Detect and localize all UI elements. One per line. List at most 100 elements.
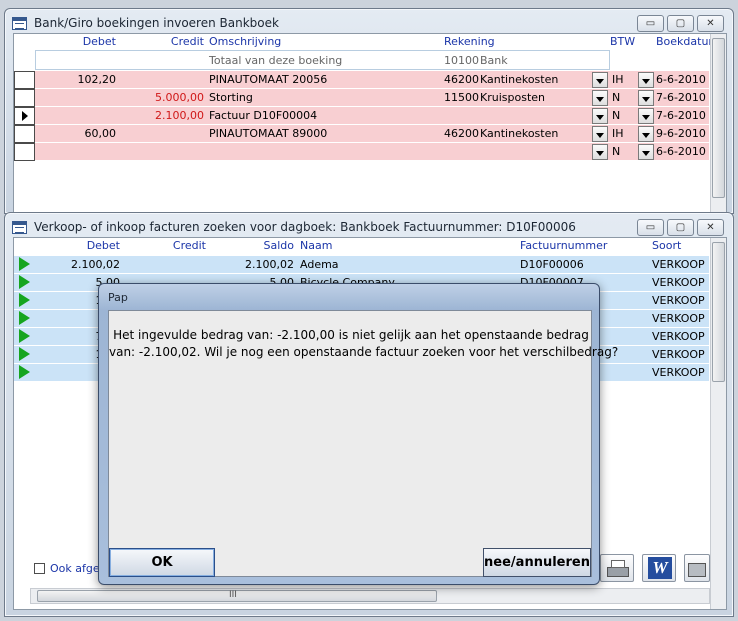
window-app-icon xyxy=(12,221,27,234)
close-button[interactable]: ✕ xyxy=(697,15,724,32)
col-header-factuurnummer[interactable]: Factuurnummer xyxy=(520,239,607,255)
word-export-icon[interactable]: W xyxy=(642,554,676,582)
cell-boekdatum[interactable]: 7-6-2010 xyxy=(656,89,706,106)
cell-omschrijving[interactable]: Storting xyxy=(209,89,253,106)
col-header-rekening[interactable]: Rekening xyxy=(444,35,495,51)
cell-boekdatum[interactable]: 7-6-2010 xyxy=(656,107,706,124)
fax-icon[interactable] xyxy=(684,554,710,582)
cell-btw[interactable]: N xyxy=(612,89,620,106)
date-dropdown-icon[interactable] xyxy=(638,72,654,88)
cell-boekdatum[interactable]: 6-6-2010 xyxy=(656,71,706,88)
dialog-body: Het ingevulde bedrag van: -2.100,00 is n… xyxy=(108,310,619,577)
select-invoice-play-icon[interactable] xyxy=(19,347,30,361)
printer-icon[interactable] xyxy=(600,554,634,582)
row-selector[interactable] xyxy=(14,71,35,89)
row-selector[interactable] xyxy=(14,89,35,107)
date-dropdown-icon[interactable] xyxy=(638,144,654,160)
printer-body xyxy=(607,567,629,577)
scrollbar-grip: III xyxy=(229,590,237,600)
col-header-omschrijving[interactable]: Omschrijving xyxy=(209,35,281,51)
cell-rekening-nr[interactable]: 11500 xyxy=(444,89,479,106)
cell-soort[interactable]: VERKOOP xyxy=(652,364,705,381)
cell-rekening-naam[interactable]: Kantinekosten xyxy=(480,125,558,142)
restore-button[interactable]: ▢ xyxy=(667,15,694,32)
date-dropdown-icon[interactable] xyxy=(638,90,654,106)
col-header-naam[interactable]: Naam xyxy=(300,239,332,255)
cell-omschrijving[interactable]: Factuur D10F00004 xyxy=(209,107,317,124)
bankbook-vertical-scrollbar[interactable] xyxy=(710,34,726,212)
bankbook-window-title: Bank/Giro boekingen invoeren Bankboek xyxy=(34,16,279,30)
confirm-dialog: Pap Het ingevulde bedrag van: -2.100,00 … xyxy=(98,283,619,585)
cell-saldo[interactable]: 2.100,02 xyxy=(224,256,294,273)
cell-debet[interactable]: 60,00 xyxy=(54,125,117,142)
cell-soort[interactable]: VERKOOP xyxy=(652,310,705,327)
cell-soort[interactable]: VERKOOP xyxy=(652,346,705,363)
cell-rekening-naam[interactable]: Kantinekosten xyxy=(480,71,558,88)
col-header-saldo[interactable]: Saldo xyxy=(234,239,295,255)
dialog-message-line2: van: -2.100,02. Wil je nog een openstaan… xyxy=(109,345,619,359)
cell-credit[interactable]: 5.000,00 xyxy=(134,89,204,106)
cell-btw[interactable]: N xyxy=(612,107,620,124)
cell-rekening-nr[interactable]: 46200 xyxy=(444,71,479,88)
cell-factuurnummer[interactable]: D10F00006 xyxy=(520,256,584,273)
cell-rekening-nr[interactable]: 46200 xyxy=(444,125,479,142)
cell-btw[interactable]: IH xyxy=(612,71,624,88)
select-invoice-play-icon[interactable] xyxy=(19,293,30,307)
select-invoice-play-icon[interactable] xyxy=(19,365,30,379)
cell-omschrijving[interactable]: PINAUTOMAAT 89000 xyxy=(209,125,327,142)
btw-dropdown-icon[interactable] xyxy=(592,144,608,160)
cell-omschrijving[interactable]: PINAUTOMAAT 20056 xyxy=(209,71,327,88)
select-invoice-play-icon[interactable] xyxy=(19,329,30,343)
restore-button[interactable]: ▢ xyxy=(667,219,694,236)
cell-credit[interactable]: 2.100,00 xyxy=(134,107,204,124)
cell-soort[interactable]: VERKOOP xyxy=(652,274,705,291)
dialog-message-line1: Het ingevulde bedrag van: -2.100,00 is n… xyxy=(113,328,589,342)
cancel-button[interactable]: nee/annuleren xyxy=(483,548,591,577)
btw-dropdown-icon[interactable] xyxy=(592,72,608,88)
col-header-credit[interactable]: Credit xyxy=(144,239,206,255)
cell-debet[interactable]: 102,20 xyxy=(54,71,117,88)
col-header-credit[interactable]: Credit xyxy=(144,35,204,51)
select-invoice-play-icon[interactable] xyxy=(19,257,30,271)
ook-afgeboekt-checkbox[interactable] xyxy=(34,563,45,574)
cell-rekening-naam[interactable]: Kruisposten xyxy=(480,89,545,106)
select-invoice-play-icon[interactable] xyxy=(19,311,30,325)
btw-dropdown-icon[interactable] xyxy=(592,126,608,142)
row-selector[interactable] xyxy=(14,125,35,143)
scrollbar-thumb[interactable] xyxy=(37,590,437,602)
col-header-btw[interactable]: BTW xyxy=(610,35,635,51)
date-dropdown-icon[interactable] xyxy=(638,126,654,142)
invoice-horizontal-scrollbar[interactable]: III xyxy=(30,588,710,604)
col-header-soort[interactable]: Soort xyxy=(652,239,681,255)
col-header-debet[interactable]: Debet xyxy=(54,239,120,255)
cell-soort[interactable]: VERKOOP xyxy=(652,256,705,273)
btw-dropdown-icon[interactable] xyxy=(592,108,608,124)
cell-soort[interactable]: VERKOOP xyxy=(652,328,705,345)
invoice-window-title: Verkoop- of inkoop facturen zoeken voor … xyxy=(34,220,576,234)
current-row-indicator[interactable] xyxy=(14,107,35,125)
cell-soort[interactable]: VERKOOP xyxy=(652,292,705,309)
window-app-icon xyxy=(12,17,27,30)
cell-boekdatum[interactable]: 9-6-2010 xyxy=(656,125,706,142)
row-selector[interactable] xyxy=(14,143,35,161)
btw-dropdown-icon[interactable] xyxy=(592,90,608,106)
printer-paper xyxy=(611,560,625,568)
cell-debet[interactable]: 2.100,02 xyxy=(54,256,120,273)
minimize-button[interactable]: ▭ xyxy=(637,219,664,236)
dialog-title: Pap xyxy=(108,291,128,304)
invoice-vertical-scrollbar[interactable] xyxy=(710,238,726,609)
scrollbar-thumb[interactable] xyxy=(712,38,725,198)
col-header-debet[interactable]: Debet xyxy=(54,35,116,51)
bankbook-grid: Debet Credit Omschrijving Rekening BTW B… xyxy=(13,33,727,213)
date-dropdown-icon[interactable] xyxy=(638,108,654,124)
close-button[interactable]: ✕ xyxy=(697,219,724,236)
cell-btw[interactable]: IH xyxy=(612,125,624,142)
cell-naam[interactable]: Adema xyxy=(300,256,339,273)
minimize-button[interactable]: ▭ xyxy=(637,15,664,32)
select-invoice-play-icon[interactable] xyxy=(19,275,30,289)
scrollbar-thumb[interactable] xyxy=(712,242,725,382)
cell-boekdatum[interactable]: 6-6-2010 xyxy=(656,143,706,160)
cell-btw[interactable]: N xyxy=(612,143,620,160)
ok-button[interactable]: OK xyxy=(109,548,215,577)
fax-body xyxy=(688,563,706,577)
